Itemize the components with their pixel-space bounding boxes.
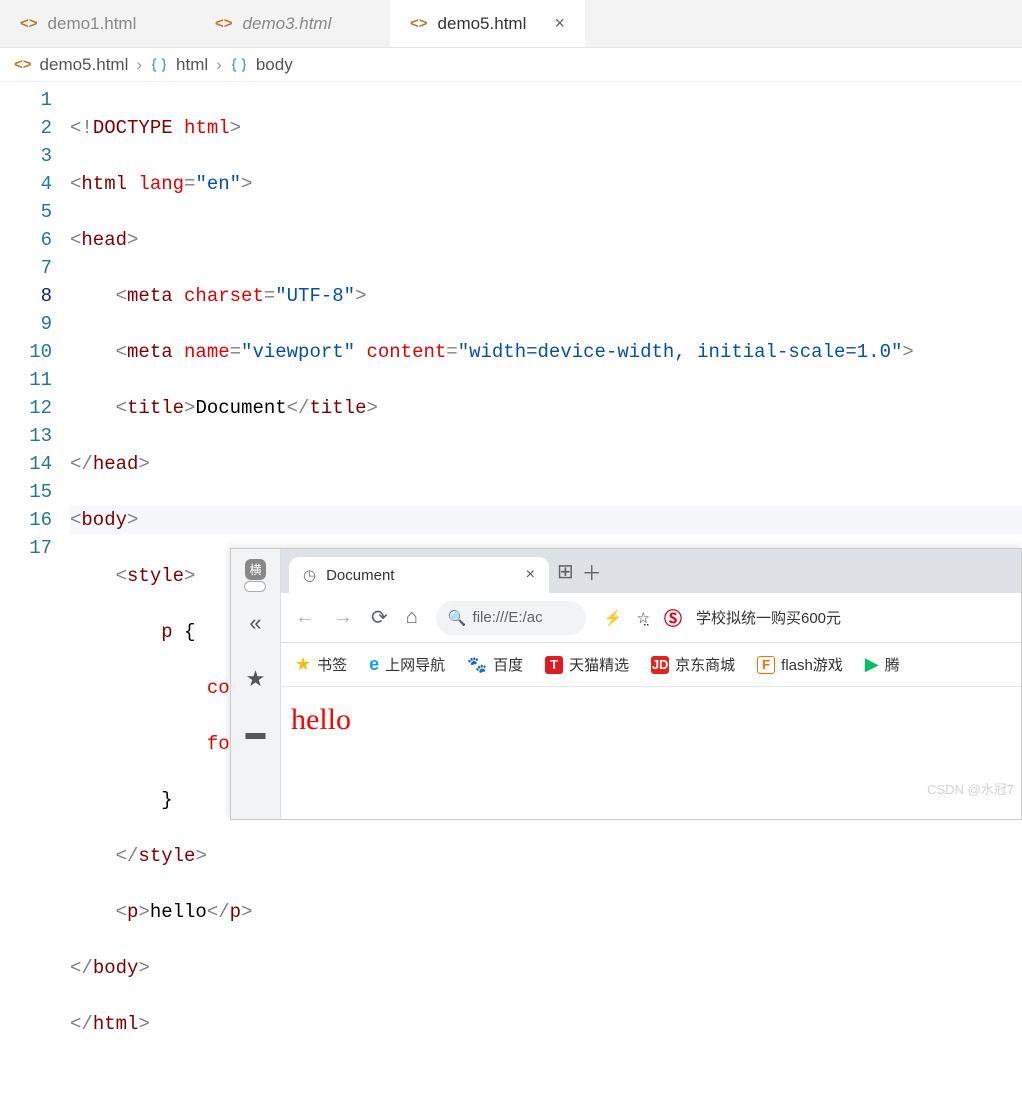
new-tab-icon[interactable]: ＋ (582, 557, 602, 586)
line-number-current: 8 (0, 282, 52, 310)
page-viewport: hello (281, 687, 1021, 819)
globe-icon: ◷ (303, 566, 316, 584)
breadcrumb: <> demo5.html › html › body (0, 48, 1022, 82)
sidebar-orientation-pill[interactable]: 横 (245, 559, 265, 580)
line-number: 14 (0, 450, 52, 478)
close-icon[interactable]: × (554, 13, 565, 34)
line-number: 12 (0, 394, 52, 422)
line-number: 6 (0, 226, 52, 254)
editor-tab[interactable]: <> demo3.html (195, 0, 390, 47)
editor-tab[interactable]: <> demo1.html (0, 0, 195, 47)
line-number: 2 (0, 114, 52, 142)
tmall-icon: T (545, 656, 563, 674)
tab-label: demo5.html (438, 14, 527, 34)
html-file-icon: <> (215, 15, 233, 32)
extensions-icon[interactable]: ⊞ (557, 559, 574, 584)
line-number: 10 (0, 338, 52, 366)
breadcrumb-file[interactable]: demo5.html (40, 55, 129, 75)
breadcrumb-seg[interactable]: body (256, 55, 293, 75)
close-icon[interactable]: × (526, 566, 535, 584)
braces-icon (150, 56, 168, 74)
line-number: 7 (0, 254, 52, 282)
line-number: 9 (0, 310, 52, 338)
line-number: 1 (0, 86, 52, 114)
collapse-left-icon[interactable]: « (249, 610, 261, 636)
line-number: 5 (0, 198, 52, 226)
back-icon[interactable]: ← (295, 606, 315, 629)
favorite-icon[interactable]: ☆̤ (637, 609, 650, 627)
braces-icon (230, 56, 248, 74)
tab-label: demo3.html (243, 14, 332, 34)
bookmark[interactable]: Fflash游戏 (757, 654, 843, 675)
flash-icon[interactable]: ⚡ (604, 609, 623, 627)
folder-icon[interactable]: ▬ (246, 722, 266, 745)
tencent-icon: ▶ (865, 654, 879, 675)
bookmark[interactable]: T天猫精选 (545, 654, 629, 675)
chevron-right-icon: › (136, 55, 142, 75)
line-number: 13 (0, 422, 52, 450)
tab-label: demo1.html (48, 14, 137, 34)
line-number: 17 (0, 534, 52, 562)
bookmark[interactable]: ★书签 (295, 654, 347, 675)
html-file-icon: <> (410, 15, 428, 32)
address-text: file:///E:/ac (473, 609, 543, 626)
reload-icon[interactable]: ⟳ (371, 605, 388, 630)
flash-game-icon: F (757, 656, 775, 674)
promo-text[interactable]: 学校拟统一购买600元 (696, 607, 841, 628)
line-number: 4 (0, 170, 52, 198)
bookmarks-bar: ★书签 e上网导航 🐾百度 T天猫精选 JD京东商城 Fflash游戏 ▶腾 (281, 643, 1021, 687)
browser-sidebar: 横 « ★ ▬ (231, 549, 281, 819)
browser-tab-title: Document (326, 567, 394, 584)
search-icon: 🔍 (448, 609, 467, 627)
sogou-icon[interactable]: Ⓢ (664, 605, 682, 631)
bookmark[interactable]: e上网导航 (369, 654, 445, 675)
chevron-right-icon: › (216, 55, 222, 75)
line-number: 11 (0, 366, 52, 394)
star-outline-icon[interactable]: ★ (246, 666, 266, 692)
browser-window: 横 « ★ ▬ ◷ Document × ⊞ ＋ ← → ⟳ ⌂ 🔍 file:… (230, 548, 1022, 820)
editor-tab-bar: <> demo1.html <> demo3.html <> demo5.htm… (0, 0, 1022, 48)
html-file-icon: <> (14, 56, 32, 73)
watermark: CSDN @水冠7 (927, 779, 1014, 798)
baidu-icon: 🐾 (467, 655, 487, 675)
line-gutter: 1 2 3 4 5 6 7 8 9 10 11 12 13 14 15 16 1… (0, 82, 70, 1098)
line-number: 3 (0, 142, 52, 170)
browser-toolbar: ← → ⟳ ⌂ 🔍 file:///E:/ac ⚡ ☆̤ Ⓢ 学校拟统一购买60… (281, 593, 1021, 643)
bookmark[interactable]: ▶腾 (865, 654, 900, 675)
jd-icon: JD (651, 656, 669, 674)
html-file-icon: <> (20, 15, 38, 32)
breadcrumb-seg[interactable]: html (176, 55, 208, 75)
browser-tab-strip: ◷ Document × ⊞ ＋ (281, 549, 1021, 593)
bookmark[interactable]: JD京东商城 (651, 654, 735, 675)
bookmark[interactable]: 🐾百度 (467, 654, 523, 675)
forward-icon[interactable]: → (333, 606, 353, 629)
editor-tab-active[interactable]: <> demo5.html × (390, 0, 585, 47)
page-paragraph: hello (291, 703, 1011, 737)
star-icon: ★ (295, 654, 311, 675)
address-bar[interactable]: 🔍 file:///E:/ac (436, 601, 586, 635)
line-number: 15 (0, 478, 52, 506)
home-icon[interactable]: ⌂ (406, 606, 418, 629)
e-icon: e (369, 654, 379, 675)
browser-tab[interactable]: ◷ Document × (289, 557, 549, 593)
line-number: 16 (0, 506, 52, 534)
